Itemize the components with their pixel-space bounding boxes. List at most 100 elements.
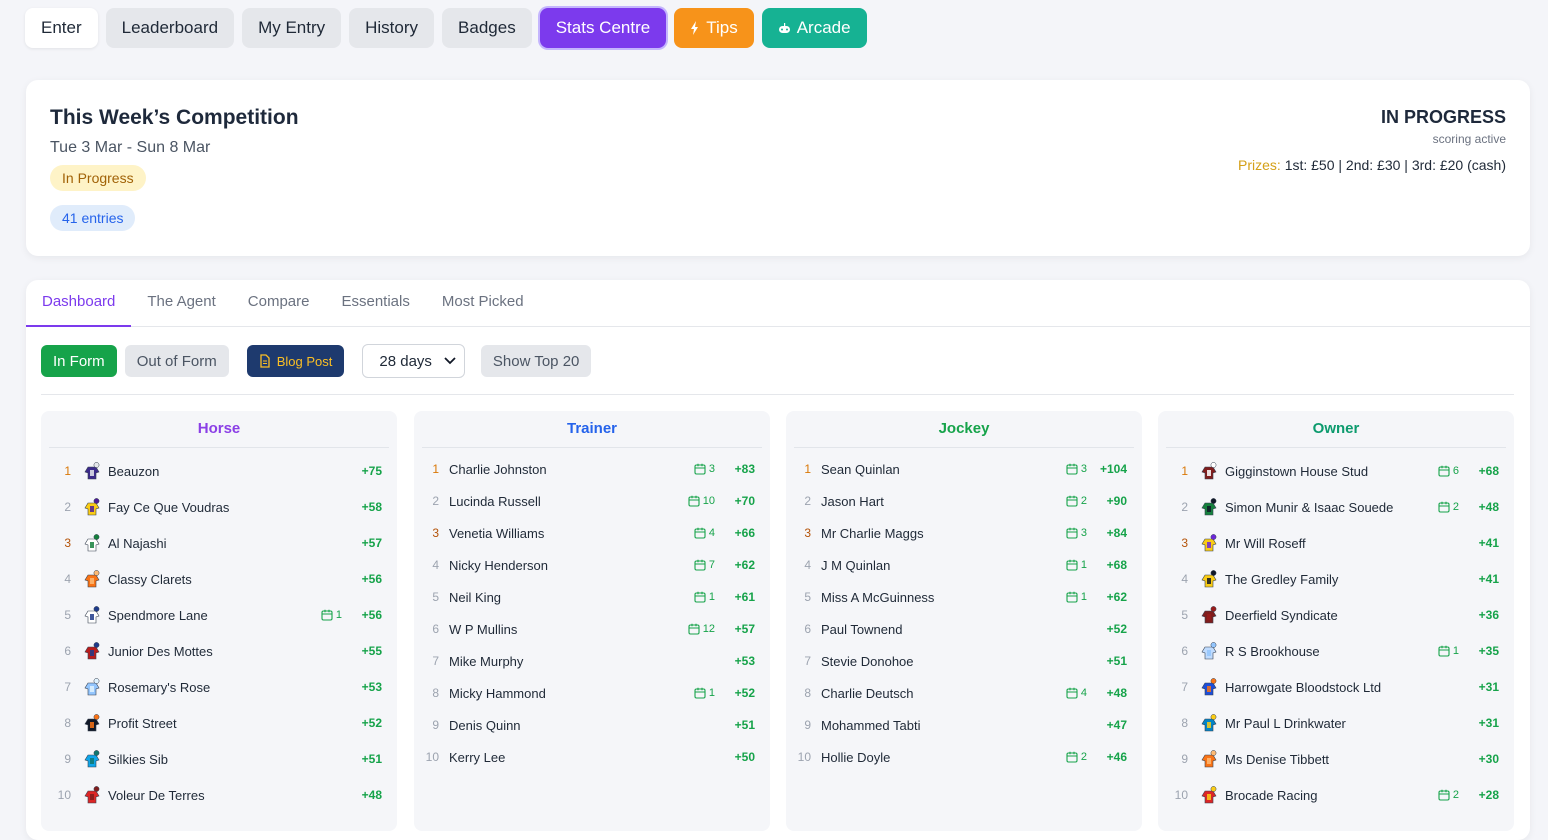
nav-arcade-button[interactable]: Arcade: [761, 8, 867, 48]
period-select[interactable]: 28 days: [362, 344, 465, 378]
list-item[interactable]: 9 Denis Quinn +51: [414, 713, 770, 737]
list-item[interactable]: 9 Ms Denise Tibbett +30: [1158, 747, 1514, 771]
list-item[interactable]: 9 Mohammed Tabti +47: [786, 713, 1142, 737]
list-item[interactable]: 1 Sean Quinlan 3 +104: [786, 457, 1142, 481]
competition-title: This Week’s Competition: [50, 106, 299, 129]
jockey-silks-icon: [1201, 462, 1217, 480]
rank: 1: [804, 462, 811, 476]
score: +52: [734, 686, 755, 700]
list-item[interactable]: 10 Brocade Racing 2 +28: [1158, 783, 1514, 807]
score: +30: [1478, 752, 1499, 766]
column-title: Trainer: [422, 411, 762, 448]
nav-stats-centre-button[interactable]: Stats Centre: [539, 8, 667, 48]
score: +66: [734, 526, 755, 540]
list-item[interactable]: 10 Voleur De Terres +48: [41, 783, 397, 807]
stats-tabs: Dashboard The Agent Compare Essentials M…: [26, 280, 1530, 327]
runs-value: 3: [708, 463, 715, 475]
list-item[interactable]: 5 Deerfield Syndicate +36: [1158, 603, 1514, 627]
jockey-silks-icon: [84, 786, 100, 804]
calendar-icon: [694, 559, 706, 571]
list-item[interactable]: 1 Charlie Johnston 3 +83: [414, 457, 770, 481]
list-item[interactable]: 8 Mr Paul L Drinkwater +31: [1158, 711, 1514, 735]
nav-tips-button[interactable]: Tips: [674, 8, 754, 48]
runs-count: 1: [321, 609, 342, 621]
runs-count: 1: [1066, 559, 1087, 571]
list-item[interactable]: 9 Silkies Sib +51: [41, 747, 397, 771]
list-item[interactable]: 3 Mr Charlie Maggs 3 +84: [786, 521, 1142, 545]
list-item[interactable]: 7 Rosemary's Rose +53: [41, 675, 397, 699]
list-item[interactable]: 10 Kerry Lee +50: [414, 745, 770, 769]
jockey-silks-icon: [84, 570, 100, 588]
entry-name: Beauzon: [108, 463, 160, 479]
rank: 7: [1181, 680, 1188, 694]
rank: 2: [1181, 500, 1188, 514]
runs-value: 4: [1080, 687, 1087, 699]
rank: 7: [64, 680, 71, 694]
list-item[interactable]: 3 Mr Will Roseff +41: [1158, 531, 1514, 555]
score: +55: [361, 644, 382, 658]
list-item[interactable]: 6 W P Mullins 12 +57: [414, 617, 770, 641]
list-item[interactable]: 6 R S Brookhouse 1 +35: [1158, 639, 1514, 663]
stats-panel: Dashboard The Agent Compare Essentials M…: [26, 280, 1530, 840]
nav-history-button[interactable]: History: [349, 8, 435, 48]
nav-leaderboard-button[interactable]: Leaderboard: [105, 8, 235, 48]
list-item[interactable]: 10 Hollie Doyle 2 +46: [786, 745, 1142, 769]
list-item[interactable]: 7 Mike Murphy +53: [414, 649, 770, 673]
list-item[interactable]: 4 J M Quinlan 1 +68: [786, 553, 1142, 577]
list-item[interactable]: 2 Fay Ce Que Voudras +58: [41, 495, 397, 519]
score: +48: [361, 788, 382, 802]
tab-dashboard[interactable]: Dashboard: [26, 280, 132, 327]
score: +75: [361, 464, 382, 478]
runs-value: 12: [702, 623, 715, 635]
list-item[interactable]: 3 Al Najashi +57: [41, 531, 397, 555]
rank: 6: [432, 622, 439, 636]
show-top-20-button[interactable]: Show Top 20: [480, 345, 592, 377]
runs-count: 3: [1066, 463, 1087, 475]
runs-count: 1: [694, 687, 715, 699]
list-item[interactable]: 4 The Gredley Family +41: [1158, 567, 1514, 591]
list-item[interactable]: 2 Lucinda Russell 10 +70: [414, 489, 770, 513]
tab-most-picked[interactable]: Most Picked: [426, 280, 540, 327]
list-item[interactable]: 5 Neil King 1 +61: [414, 585, 770, 609]
score: +56: [361, 572, 382, 586]
list-item[interactable]: 8 Micky Hammond 1 +52: [414, 681, 770, 705]
list-item[interactable]: 6 Paul Townend +52: [786, 617, 1142, 641]
blog-post-button[interactable]: Blog Post: [246, 345, 345, 377]
list-item[interactable]: 2 Simon Munir & Isaac Souede 2 +48: [1158, 495, 1514, 519]
list-item[interactable]: 1 Beauzon +75: [41, 459, 397, 483]
rank: 9: [804, 718, 811, 732]
out-of-form-button[interactable]: Out of Form: [124, 345, 229, 377]
list-item[interactable]: 8 Profit Street +52: [41, 711, 397, 735]
nav-badges-button[interactable]: Badges: [442, 8, 532, 48]
list-item[interactable]: 7 Harrowgate Bloodstock Ltd +31: [1158, 675, 1514, 699]
list-item[interactable]: 5 Spendmore Lane 1 +56: [41, 603, 397, 627]
prizes-text: 1st: £50 | 2nd: £30 | 3rd: £20 (cash): [1284, 157, 1506, 173]
jockey-silks-icon: [1201, 606, 1217, 624]
nav-enter-button[interactable]: Enter: [25, 8, 98, 48]
runs-value: 6: [1452, 465, 1459, 477]
calendar-icon: [1438, 645, 1450, 657]
list-item[interactable]: 3 Venetia Williams 4 +66: [414, 521, 770, 545]
jockey-silks-icon: [1201, 714, 1217, 732]
rank: 3: [1181, 536, 1188, 550]
competition-card: This Week’s Competition Tue 3 Mar - Sun …: [26, 80, 1530, 256]
score: +62: [1106, 590, 1127, 604]
list-item[interactable]: 2 Jason Hart 2 +90: [786, 489, 1142, 513]
nav-my-entry-button[interactable]: My Entry: [242, 8, 342, 48]
document-icon: [260, 354, 270, 368]
list-item[interactable]: 5 Miss A McGuinness 1 +62: [786, 585, 1142, 609]
list-item[interactable]: 6 Junior Des Mottes +55: [41, 639, 397, 663]
calendar-icon: [694, 591, 706, 603]
nav-label: Stats Centre: [555, 18, 651, 37]
list-item[interactable]: 7 Stevie Donohoe +51: [786, 649, 1142, 673]
tab-essentials[interactable]: Essentials: [325, 280, 425, 327]
in-form-button[interactable]: In Form: [41, 345, 117, 377]
entry-name: Micky Hammond: [449, 685, 546, 701]
list-item[interactable]: 1 Gigginstown House Stud 6 +68: [1158, 459, 1514, 483]
list-item[interactable]: 4 Nicky Henderson 7 +62: [414, 553, 770, 577]
tab-compare[interactable]: Compare: [232, 280, 326, 327]
list-item[interactable]: 8 Charlie Deutsch 4 +48: [786, 681, 1142, 705]
entry-name: W P Mullins: [449, 621, 518, 637]
list-item[interactable]: 4 Classy Clarets +56: [41, 567, 397, 591]
tab-the-agent[interactable]: The Agent: [131, 280, 231, 327]
